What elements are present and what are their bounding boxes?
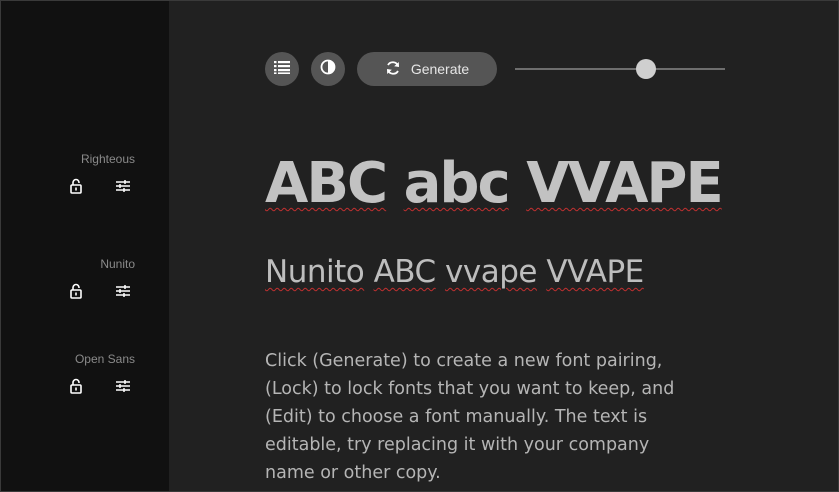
- contrast-icon: [320, 59, 336, 80]
- sidebar: Righteous Nunito Open Sans: [1, 1, 169, 491]
- sliders-icon[interactable]: [114, 377, 132, 395]
- preview-area: Generate ABC abc VVAPE Nunito ABC vvape …: [170, 1, 837, 491]
- sliders-icon[interactable]: [114, 177, 132, 195]
- unlock-icon[interactable]: [67, 377, 85, 395]
- heading-word: abc: [403, 151, 511, 216]
- slider-track: [515, 68, 725, 70]
- body-text-preview[interactable]: Click (Generate) to create a new font pa…: [265, 347, 695, 487]
- size-slider[interactable]: [515, 52, 725, 86]
- list-icon: [274, 60, 290, 79]
- generate-button[interactable]: Generate: [357, 52, 497, 86]
- refresh-icon: [385, 60, 401, 79]
- heading-preview[interactable]: ABC abc VVAPE: [265, 149, 724, 219]
- font-entry-heading: Righteous: [0, 151, 135, 194]
- subheading-word: vvape: [445, 254, 537, 290]
- font-name: Nunito: [100, 257, 135, 271]
- list-button[interactable]: [265, 52, 299, 86]
- contrast-button[interactable]: [311, 52, 345, 86]
- sliders-icon[interactable]: [114, 282, 132, 300]
- heading-word: VVAPE: [526, 151, 724, 216]
- unlock-icon[interactable]: [67, 282, 85, 300]
- subheading-preview[interactable]: Nunito ABC vvape VVAPE: [265, 251, 644, 293]
- slider-thumb[interactable]: [636, 59, 657, 79]
- generate-label: Generate: [410, 61, 470, 77]
- unlock-icon[interactable]: [67, 177, 85, 195]
- font-name: Righteous: [80, 152, 135, 166]
- heading-word: ABC: [265, 151, 388, 216]
- font-name: Open Sans: [74, 352, 135, 366]
- subheading-word: VVAPE: [546, 254, 644, 290]
- toolbar: Generate: [265, 52, 735, 87]
- subheading-word: Nunito: [265, 254, 365, 290]
- font-entry-body: Open Sans: [0, 351, 135, 394]
- font-entry-subheading: Nunito: [0, 256, 135, 299]
- subheading-word: ABC: [373, 254, 437, 290]
